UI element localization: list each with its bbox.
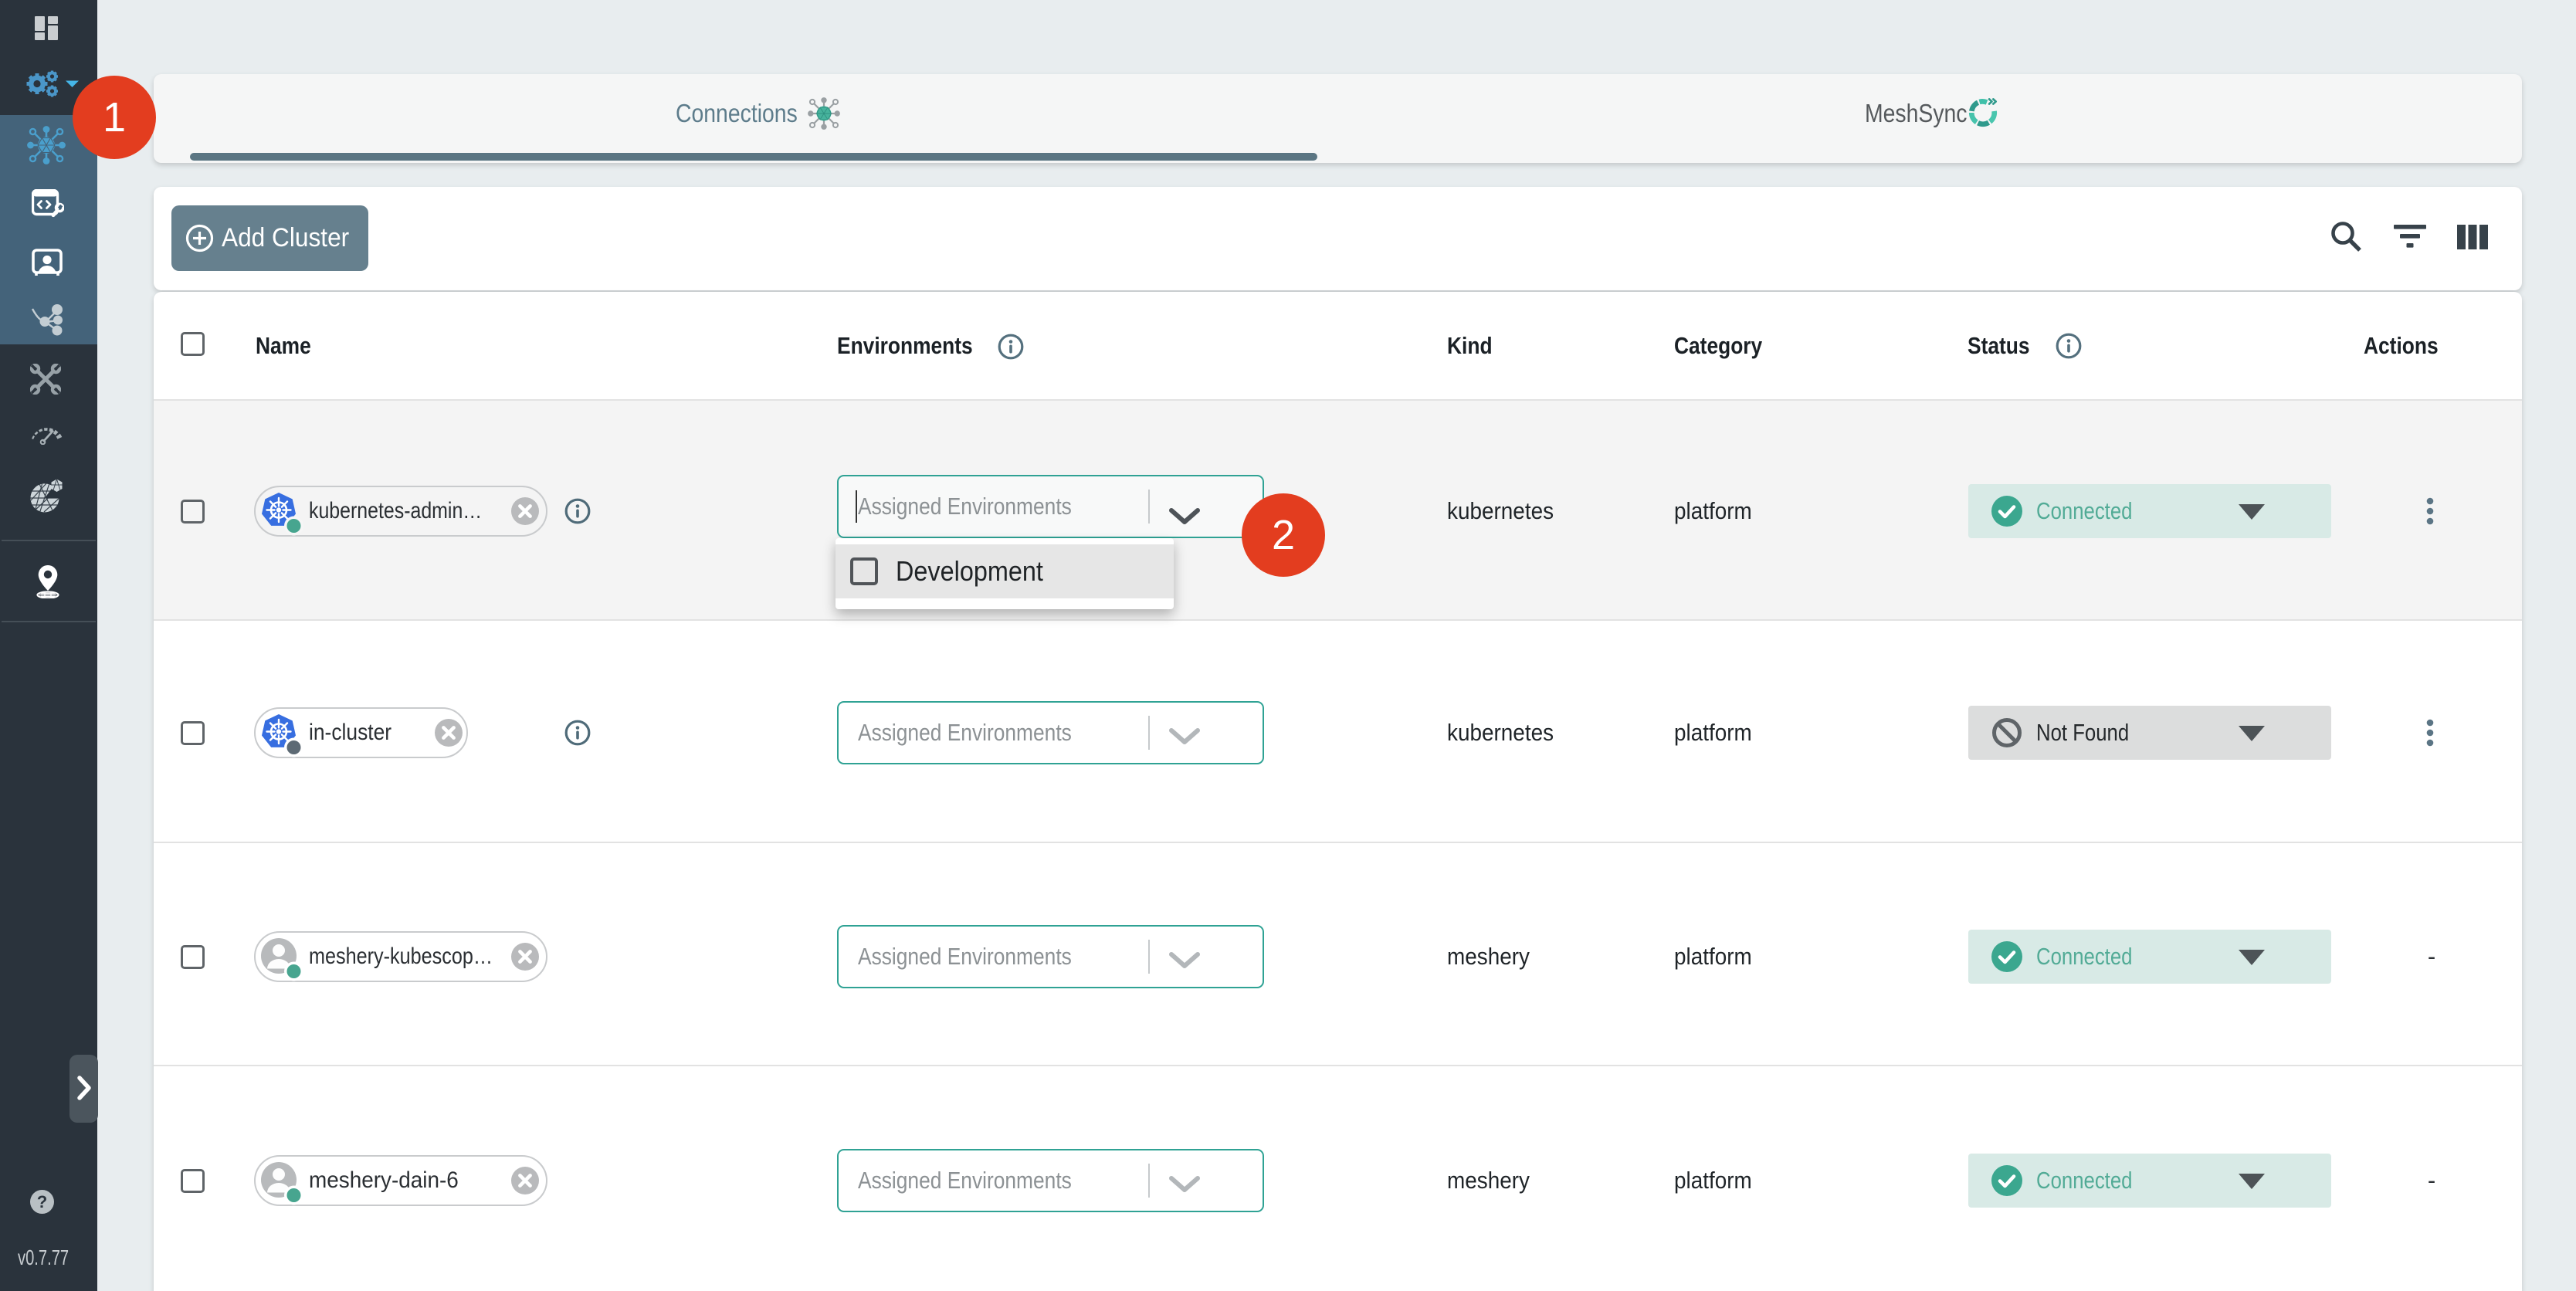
svg-text:?: ? bbox=[37, 1192, 47, 1211]
